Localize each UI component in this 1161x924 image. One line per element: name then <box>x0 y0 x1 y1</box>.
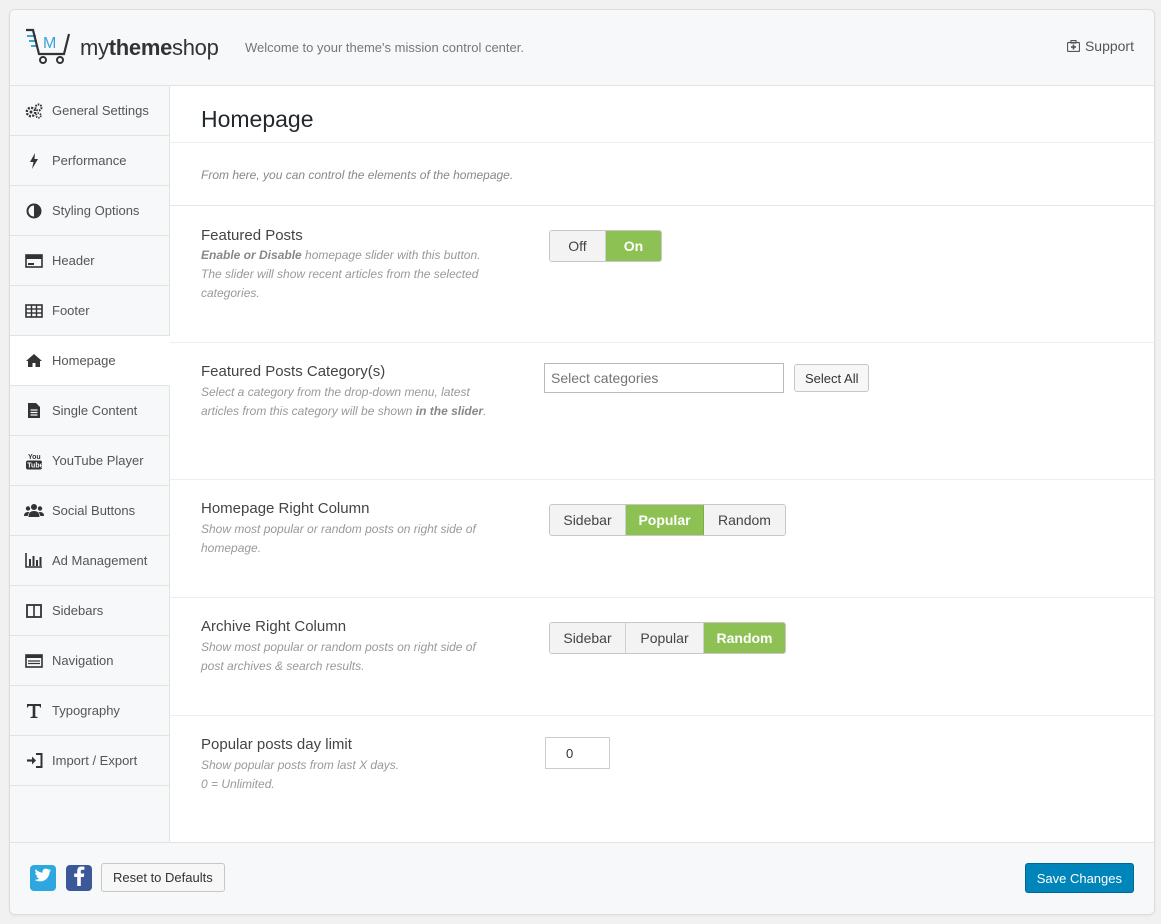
option-popular-button[interactable]: Popular <box>626 505 704 535</box>
text-icon <box>24 701 44 721</box>
sidebar-item-label: Navigation <box>52 653 114 668</box>
featured-category-row: Featured Posts Category(s) Select a cate… <box>170 343 1154 480</box>
homepage-right-column-description: Show most popular or random posts on rig… <box>201 522 476 555</box>
home-icon <box>24 351 44 371</box>
sidebar-item-label: Header <box>52 253 95 268</box>
archive-right-column-label: Archive Right Column <box>201 618 347 635</box>
reset-to-defaults-button[interactable]: Reset to Defaults <box>101 863 225 892</box>
sign-in-icon <box>24 751 44 771</box>
option-sidebar-button[interactable]: Sidebar <box>550 623 626 653</box>
sidebar-item-performance[interactable]: Performance <box>10 136 169 186</box>
sidebar-item-styling-options[interactable]: Styling Options <box>10 186 169 236</box>
intro-text: From here, you can control the elements … <box>201 168 514 182</box>
sidebar-item-label: Performance <box>52 153 127 168</box>
archive-right-column-row: Archive Right Column Show most popular o… <box>170 598 1154 716</box>
archive-right-column-description: Show most popular or random posts on rig… <box>201 640 476 673</box>
sidebar-item-label: YouTube Player <box>52 453 144 468</box>
twitter-icon <box>34 868 52 888</box>
facebook-icon <box>73 866 85 891</box>
sidebar-item-social-buttons[interactable]: Social Buttons <box>10 486 169 536</box>
featured-category-description: Select a category from the drop-down men… <box>201 385 487 418</box>
settings-content: Homepage From here, you can control the … <box>170 86 1154 844</box>
cart-logo-icon: M <box>24 26 72 71</box>
svg-text:Tube: Tube <box>27 462 42 469</box>
table-icon <box>24 301 44 321</box>
option-random-button[interactable]: Random <box>704 623 785 653</box>
contrast-icon <box>24 201 44 221</box>
brand-logo[interactable]: M mythemeshop <box>24 26 219 70</box>
option-random-button[interactable]: Random <box>704 505 785 535</box>
featured-posts-row: Featured Posts Enable or Disable homepag… <box>170 206 1154 343</box>
homepage-right-column-row: Homepage Right Column Show most popular … <box>170 480 1154 598</box>
bolt-icon <box>24 151 44 171</box>
option-sidebar-button[interactable]: Sidebar <box>550 505 626 535</box>
sidebar-item-label: Typography <box>52 703 120 718</box>
brand-name: mythemeshop <box>80 35 219 60</box>
theme-options-panel: M mythemeshop Welcome to your theme's mi… <box>9 9 1155 915</box>
sidebar-item-label: General Settings <box>52 103 149 118</box>
header-bar: M mythemeshop Welcome to your theme's mi… <box>10 10 1154 86</box>
sidebar-item-label: Styling Options <box>52 203 140 218</box>
featured-posts-label: Featured Posts <box>201 227 303 244</box>
sidebar-item-label: Social Buttons <box>52 503 136 518</box>
featured-category-label: Featured Posts Category(s) <box>201 363 386 380</box>
twitter-button[interactable] <box>30 865 56 891</box>
sidebar-item-header[interactable]: Header <box>10 236 169 286</box>
footer-bar: Reset to Defaults Save Changes <box>10 842 1154 914</box>
save-changes-button[interactable]: Save Changes <box>1024 863 1134 893</box>
columns-icon <box>24 601 44 621</box>
divider <box>170 142 1154 143</box>
support-label: Support <box>1084 38 1134 54</box>
day-limit-label: Popular posts day limit <box>201 736 352 753</box>
featured-posts-description: Enable or Disable homepage slider with t… <box>201 248 481 300</box>
sidebar-item-youtube-player[interactable]: You Tube YouTube Player <box>10 436 169 486</box>
svg-text:You: You <box>28 454 41 461</box>
header-icon <box>24 251 44 271</box>
homepage-right-column-label: Homepage Right Column <box>201 500 370 517</box>
sidebar-item-sidebars[interactable]: Sidebars <box>10 586 169 636</box>
sidebar-item-ad-management[interactable]: Ad Management <box>10 536 169 586</box>
day-limit-description: Show popular posts from last X days. 0 = … <box>201 758 400 791</box>
sidebar-item-label: Ad Management <box>52 553 148 568</box>
users-icon <box>24 501 44 521</box>
toggle-on-button[interactable]: On <box>606 231 661 261</box>
featured-posts-toggle: Off On <box>549 230 662 262</box>
sidebar-item-footer[interactable]: Footer <box>10 286 169 336</box>
sidebar-item-homepage[interactable]: Homepage <box>10 336 170 386</box>
day-limit-input[interactable] <box>545 737 610 769</box>
medkit-icon <box>1066 40 1080 52</box>
category-select-input[interactable] <box>544 363 784 393</box>
sidebar-item-typography[interactable]: Typography <box>10 686 169 736</box>
support-link[interactable]: Support <box>1066 38 1134 54</box>
welcome-text: Welcome to your theme's mission control … <box>245 40 524 55</box>
sidebar-item-label: Sidebars <box>52 603 104 618</box>
sidebar-item-label: Import / Export <box>52 753 138 768</box>
list-icon <box>24 651 44 671</box>
sidebar-item-label: Single Content <box>52 403 138 418</box>
gears-icon <box>24 101 44 121</box>
sidebar-item-import-export[interactable]: Import / Export <box>10 736 169 786</box>
svg-text:M: M <box>43 35 56 52</box>
select-all-button[interactable]: Select All <box>794 364 870 392</box>
homepage-right-column-options: Sidebar Popular Random <box>549 504 786 536</box>
document-icon <box>24 401 44 421</box>
page-title: Homepage <box>201 106 314 132</box>
bar-chart-icon <box>24 551 44 571</box>
day-limit-row: Popular posts day limit Show popular pos… <box>170 716 1154 844</box>
sidebar-item-general-settings[interactable]: General Settings <box>10 86 169 136</box>
youtube-icon: You Tube <box>24 451 44 471</box>
sidebar-item-single-content[interactable]: Single Content <box>10 386 169 436</box>
settings-sidebar: General Settings Performance Styling Opt… <box>10 86 170 844</box>
archive-right-column-options: Sidebar Popular Random <box>549 622 786 654</box>
sidebar-item-label: Homepage <box>52 353 116 368</box>
option-popular-button[interactable]: Popular <box>626 623 704 653</box>
toggle-off-button[interactable]: Off <box>550 231 606 261</box>
sidebar-item-label: Footer <box>52 303 90 318</box>
sidebar-item-navigation[interactable]: Navigation <box>10 636 169 686</box>
facebook-button[interactable] <box>66 865 92 891</box>
